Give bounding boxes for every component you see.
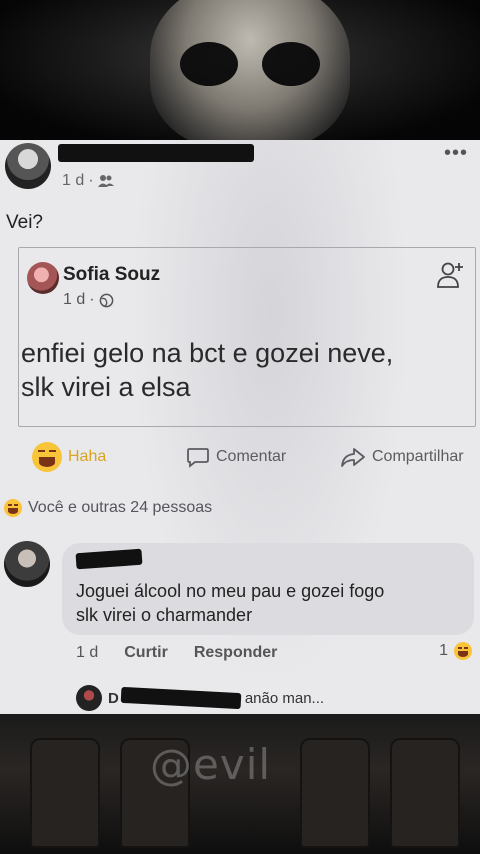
poster-avatar[interactable]: [5, 143, 51, 189]
sofia-avatar[interactable]: [27, 262, 59, 294]
comment-time: 1 d: [76, 644, 99, 661]
reply-text: anão man...: [244, 689, 325, 707]
comment-reaction-number: 1: [439, 642, 448, 659]
shared-author-name[interactable]: Sofia Souz: [63, 264, 160, 286]
post-text: Vei?: [6, 212, 43, 233]
comment-icon: [187, 448, 209, 468]
comment-label: Comentar: [216, 448, 287, 465]
shared-post-time: 1 d: [63, 291, 86, 308]
redacted-commenter-name: [75, 548, 143, 570]
shared-text-line-2: slk virei a elsa: [21, 372, 191, 402]
comment-line-1: Joguei álcool no meu pau e gozei fogo: [76, 581, 385, 601]
reply-avatar: [76, 685, 102, 711]
watermark-text: @evil: [150, 740, 272, 789]
haha-emoji-icon: [32, 442, 62, 472]
comment-button[interactable]: Comentar: [186, 437, 286, 477]
reactions-text: Você e outras 24 pessoas: [28, 499, 213, 516]
more-dots-icon[interactable]: •••: [444, 142, 468, 165]
shared-text-line-1: enfiei gelo na bct e gozei neve,: [21, 338, 394, 368]
haha-label: Haha: [68, 448, 107, 465]
comment-text: Joguei álcool no meu pau e gozei fogo sl…: [76, 579, 384, 627]
share-button[interactable]: Compartilhar: [340, 437, 464, 477]
commenter-avatar[interactable]: [4, 541, 50, 587]
reply-preview[interactable]: D anão man...: [76, 685, 325, 711]
comment-meta: 1 d Curtir Responder: [76, 644, 277, 662]
redacted-reply-author: [120, 686, 242, 710]
comment-bubble: Joguei álcool no meu pau e gozei fogo sl…: [62, 543, 474, 635]
comment-line-2: slk virei o charmander: [76, 605, 253, 625]
post-actions: Haha Comentar Compartilhar: [0, 437, 480, 477]
reactions-summary[interactable]: Você e outras 24 pessoas: [4, 499, 212, 517]
background-photo-top: [0, 0, 480, 140]
post-time: 1 d: [62, 172, 85, 189]
shared-post-text: enfiei gelo na bct e gozei neve, slk vir…: [21, 336, 393, 404]
shared-post[interactable]: Sofia Souz 1 d · enfiei gelo na bct e go…: [18, 247, 476, 427]
post-meta: 1 d ·: [62, 172, 114, 190]
reply-comment-button[interactable]: Responder: [194, 644, 278, 662]
haha-reaction-icon: [454, 642, 472, 660]
shared-post-meta: 1 d ·: [63, 291, 114, 309]
reply-author-initial: D: [108, 689, 119, 707]
share-label: Compartilhar: [372, 448, 464, 465]
share-icon: [341, 448, 365, 467]
redacted-poster-name: [58, 144, 254, 162]
like-comment-button[interactable]: Curtir: [124, 644, 168, 662]
globe-icon: [99, 293, 113, 307]
skull-image: [150, 0, 350, 140]
friends-icon: [97, 175, 114, 187]
haha-button[interactable]: Haha: [32, 437, 106, 477]
add-friend-icon[interactable]: [435, 260, 465, 290]
haha-reaction-icon: [4, 499, 22, 517]
post-card: 1 d · ••• Vei? Sofia Souz 1 d · enfiei g…: [0, 140, 480, 714]
comment-reaction-count[interactable]: 1: [439, 642, 472, 660]
